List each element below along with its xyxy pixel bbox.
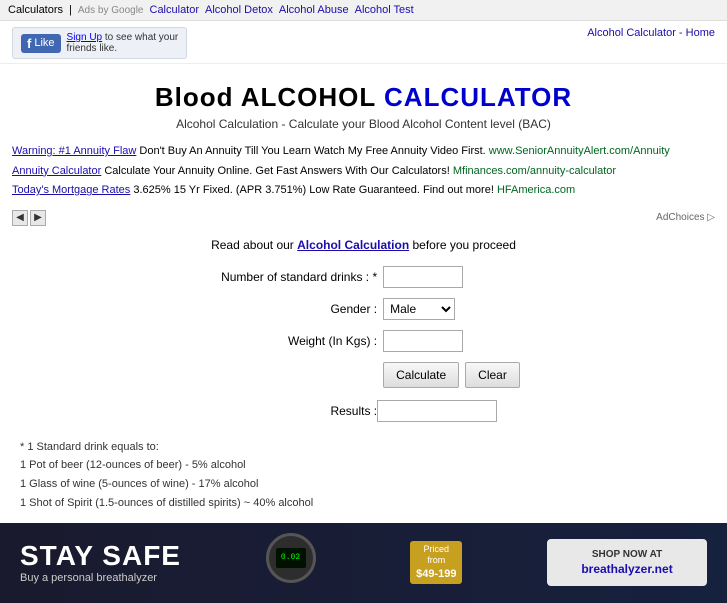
read-about: Read about our Alcohol Calculation befor…: [20, 238, 707, 252]
notes-line1: * 1 Standard drink equals to:: [20, 438, 707, 457]
drinks-row: Number of standard drinks : *: [207, 266, 520, 288]
like-box: f Like Sign Up to see what yourfriends l…: [12, 27, 187, 59]
price-value: $49-199: [416, 567, 456, 581]
btn-row: Calculate Clear: [383, 362, 520, 388]
title-black: Blood ALCOHOL: [155, 82, 384, 112]
ad-arrows: ◀ ▶: [12, 210, 46, 226]
calculate-button[interactable]: Calculate: [383, 362, 459, 388]
device-circle: 0.02: [266, 533, 316, 583]
ad-row-3: Today's Mortgage Rates 3.625% 15 Yr Fixe…: [12, 182, 715, 200]
results-label: Results :: [207, 404, 377, 418]
read-about-pre: Read about our: [211, 238, 297, 252]
alcohol-calculation-link[interactable]: Alcohol Calculation: [297, 238, 409, 252]
bottom-ad-banner[interactable]: STAY SAFE Buy a personal breathalyzer 0.…: [0, 523, 727, 603]
nav-calculator[interactable]: Calculator: [150, 4, 200, 16]
device-display: 0.02: [281, 553, 300, 562]
device-screen: 0.02: [276, 548, 306, 568]
notes-line3: 1 Glass of wine (5-ounces of wine) - 17%…: [20, 475, 707, 494]
main-title: Blood ALCOHOL CALCULATOR: [20, 82, 707, 113]
like-label: Like: [34, 37, 54, 49]
weight-label: Weight (In Kgs) :: [207, 334, 377, 348]
ad-prev-button[interactable]: ◀: [12, 210, 28, 226]
ad-text-1: Don't Buy An Annuity Till You Learn Watc…: [139, 145, 488, 157]
results-row: Results :: [207, 400, 520, 422]
ad-text-2: Calculate Your Annuity Online. Get Fast …: [104, 165, 453, 177]
gender-select[interactable]: Male Female: [384, 299, 454, 319]
header-bar: f Like Sign Up to see what yourfriends l…: [0, 21, 727, 64]
ad-url-1: www.SeniorAnnuityAlert.com/Annuity: [489, 145, 670, 157]
breathalyzer-logo[interactable]: SHOP NOW AT breathalyzer.net: [547, 539, 707, 586]
stay-safe-text: STAY SAFE: [20, 542, 181, 570]
ad-next-button[interactable]: ▶: [30, 210, 46, 226]
signup-link[interactable]: Sign Up: [67, 32, 103, 43]
ad-row-1: Warning: #1 Annuity Flaw Don't Buy An An…: [12, 143, 715, 161]
top-nav: Calculators | Ads by Google Calculator A…: [0, 0, 727, 21]
nav-alcohol-detox[interactable]: Alcohol Detox: [205, 4, 273, 16]
weight-input[interactable]: [383, 330, 463, 352]
subtitle: Alcohol Calculation - Calculate your Blo…: [20, 117, 707, 131]
ads-label: Ads by Google: [78, 5, 144, 16]
ad-nav: ◀ ▶ AdChoices ▷: [0, 208, 727, 228]
main-title-section: Blood ALCOHOL CALCULATOR Alcohol Calcula…: [0, 64, 727, 137]
shop-now-label: SHOP NOW AT: [562, 549, 692, 560]
nav-alcohol-test[interactable]: Alcohol Test: [355, 4, 414, 16]
notes-line2: 1 Pot of beer (12-ounces of beer) - 5% a…: [20, 456, 707, 475]
notes-section: * 1 Standard drink equals to: 1 Pot of b…: [0, 432, 727, 523]
ad-section: Warning: #1 Annuity Flaw Don't Buy An An…: [0, 137, 727, 208]
ad-link-3[interactable]: Today's Mortgage Rates: [12, 184, 130, 196]
calc-section: Read about our Alcohol Calculation befor…: [0, 228, 727, 432]
breathalyzer-url: breathalyzer.net: [562, 562, 692, 576]
ad-url-2: Mfinances.com/annuity-calculator: [453, 165, 616, 177]
breathalyzer-device: 0.02: [266, 533, 326, 593]
calculators-label: Calculators: [8, 4, 63, 16]
ad-link-1[interactable]: Warning: #1 Annuity Flaw: [12, 145, 136, 157]
ad-text-3: 3.625% 15 Yr Fixed. (APR 3.751%) Low Rat…: [133, 184, 497, 196]
read-about-post: before you proceed: [409, 238, 516, 252]
gender-select-wrap: Male Female: [383, 298, 455, 320]
gender-row: Gender : Male Female: [207, 298, 520, 320]
clear-button[interactable]: Clear: [465, 362, 520, 388]
home-link[interactable]: Alcohol Calculator - Home: [587, 27, 715, 39]
weight-row: Weight (In Kgs) :: [207, 330, 520, 352]
ad-link-2[interactable]: Annuity Calculator: [12, 165, 101, 177]
bottom-ad-left: STAY SAFE Buy a personal breathalyzer: [20, 542, 181, 584]
priced-label: Priced: [416, 544, 456, 556]
drinks-input[interactable]: [383, 266, 463, 288]
results-input[interactable]: [377, 400, 497, 422]
like-text: Sign Up to see what yourfriends like.: [67, 32, 179, 54]
ad-url-3: HFAmerica.com: [497, 184, 575, 196]
priced-from2: from: [416, 555, 456, 567]
nav-alcohol-abuse[interactable]: Alcohol Abuse: [279, 4, 349, 16]
ad-row-2: Annuity Calculator Calculate Your Annuit…: [12, 163, 715, 181]
notes-line4: 1 Shot of Spirit (1.5-ounces of distille…: [20, 494, 707, 513]
nav-sep: |: [69, 4, 72, 16]
gender-label: Gender :: [207, 302, 377, 316]
calc-form: Number of standard drinks : * Gender : M…: [207, 266, 520, 422]
buy-text: Buy a personal breathalyzer: [20, 572, 181, 584]
adchoices: AdChoices ▷: [656, 212, 715, 223]
fb-logo: f: [27, 36, 31, 51]
like-button[interactable]: f Like: [21, 34, 61, 53]
title-blue: CALCULATOR: [384, 82, 572, 112]
drinks-label: Number of standard drinks : *: [207, 270, 377, 284]
price-badge: Priced from $49-199: [410, 541, 462, 585]
